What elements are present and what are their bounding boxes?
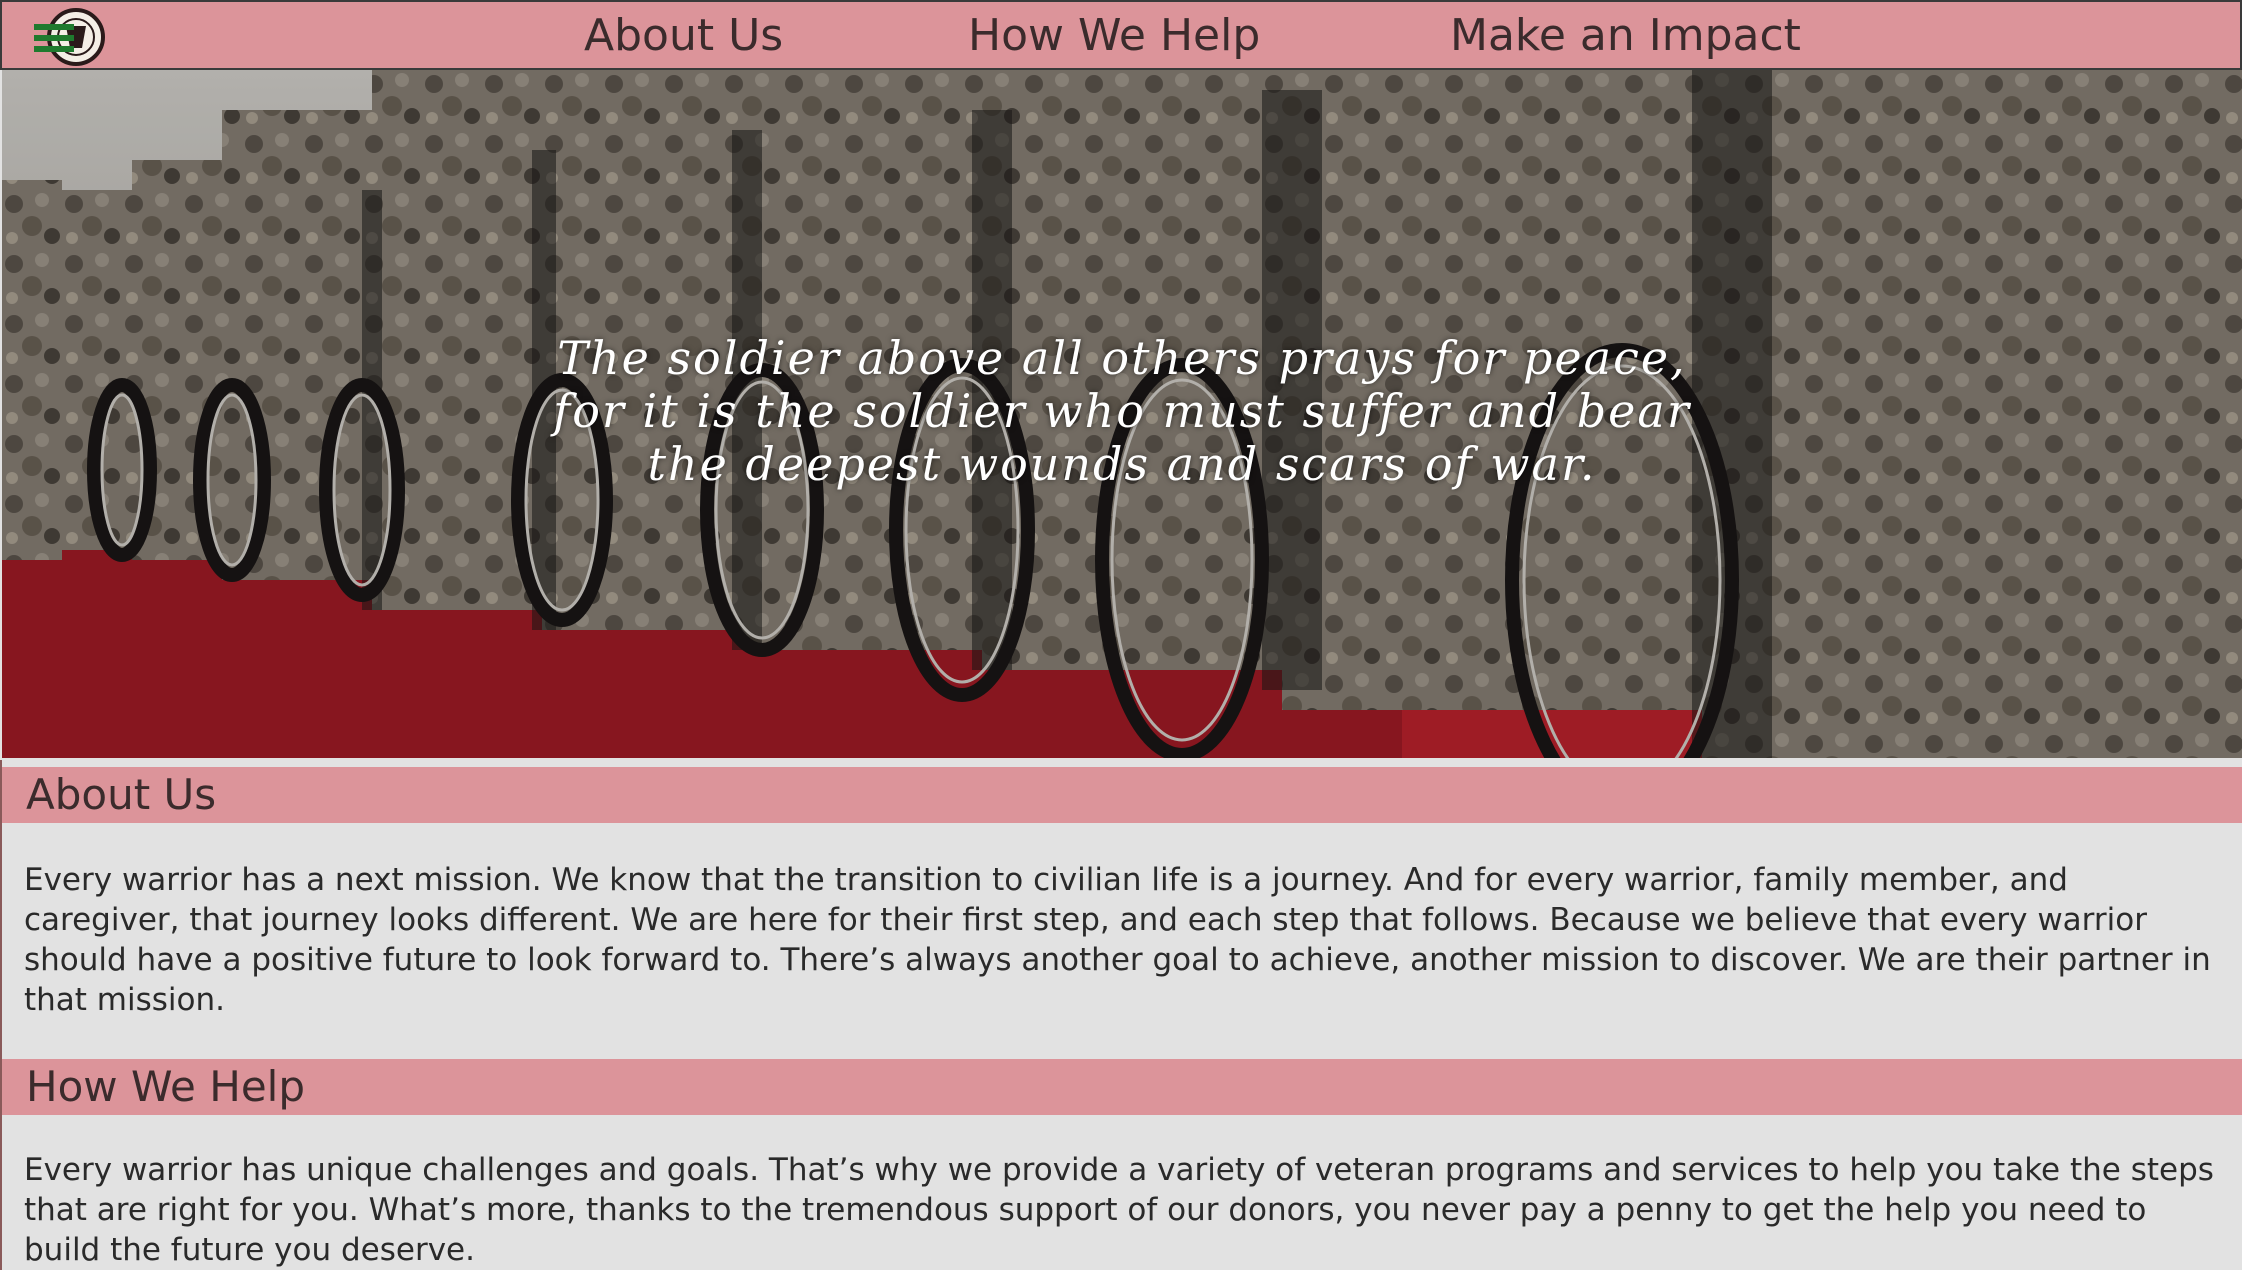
about-us-header-bar: About Us [2, 767, 2242, 823]
nav-link-make-an-impact[interactable]: Make an Impact [1450, 10, 1801, 62]
how-we-help-body: Every warrior has unique challenges and … [24, 1150, 2234, 1270]
quote-line: The soldier above all others prays for p… [557, 331, 1687, 385]
body-line: caregiver, that journey looks different.… [24, 902, 2147, 938]
body-line: Every warrior has a next mission. We kno… [24, 862, 2068, 898]
body-line: Every warrior has unique challenges and … [24, 1152, 2214, 1188]
top-navbar: About Us How We Help Make an Impact [0, 0, 2242, 70]
hero-banner: The soldier above all others prays for p… [2, 70, 2242, 758]
hero-quote: The soldier above all others prays for p… [522, 332, 1722, 491]
logo-icon[interactable] [32, 6, 110, 68]
how-we-help-heading: How We Help [26, 1062, 305, 1111]
body-line: should have a positive future to look fo… [24, 942, 2211, 978]
how-we-help-header-bar: How We Help [2, 1059, 2242, 1115]
body-line: build the future you deserve. [24, 1232, 475, 1268]
quote-line: for it is the soldier who must suffer an… [553, 384, 1691, 438]
nav-link-about-us[interactable]: About Us [584, 10, 783, 62]
about-us-body: Every warrior has a next mission. We kno… [24, 860, 2234, 1020]
body-line: that are right for you. What’s more, tha… [24, 1192, 2147, 1228]
body-line: that mission. [24, 982, 226, 1018]
page-left-border [0, 760, 2, 1270]
nav-link-how-we-help[interactable]: How We Help [968, 10, 1260, 62]
quote-line: the deepest wounds and scars of war. [647, 437, 1597, 491]
about-us-heading: About Us [26, 770, 217, 819]
